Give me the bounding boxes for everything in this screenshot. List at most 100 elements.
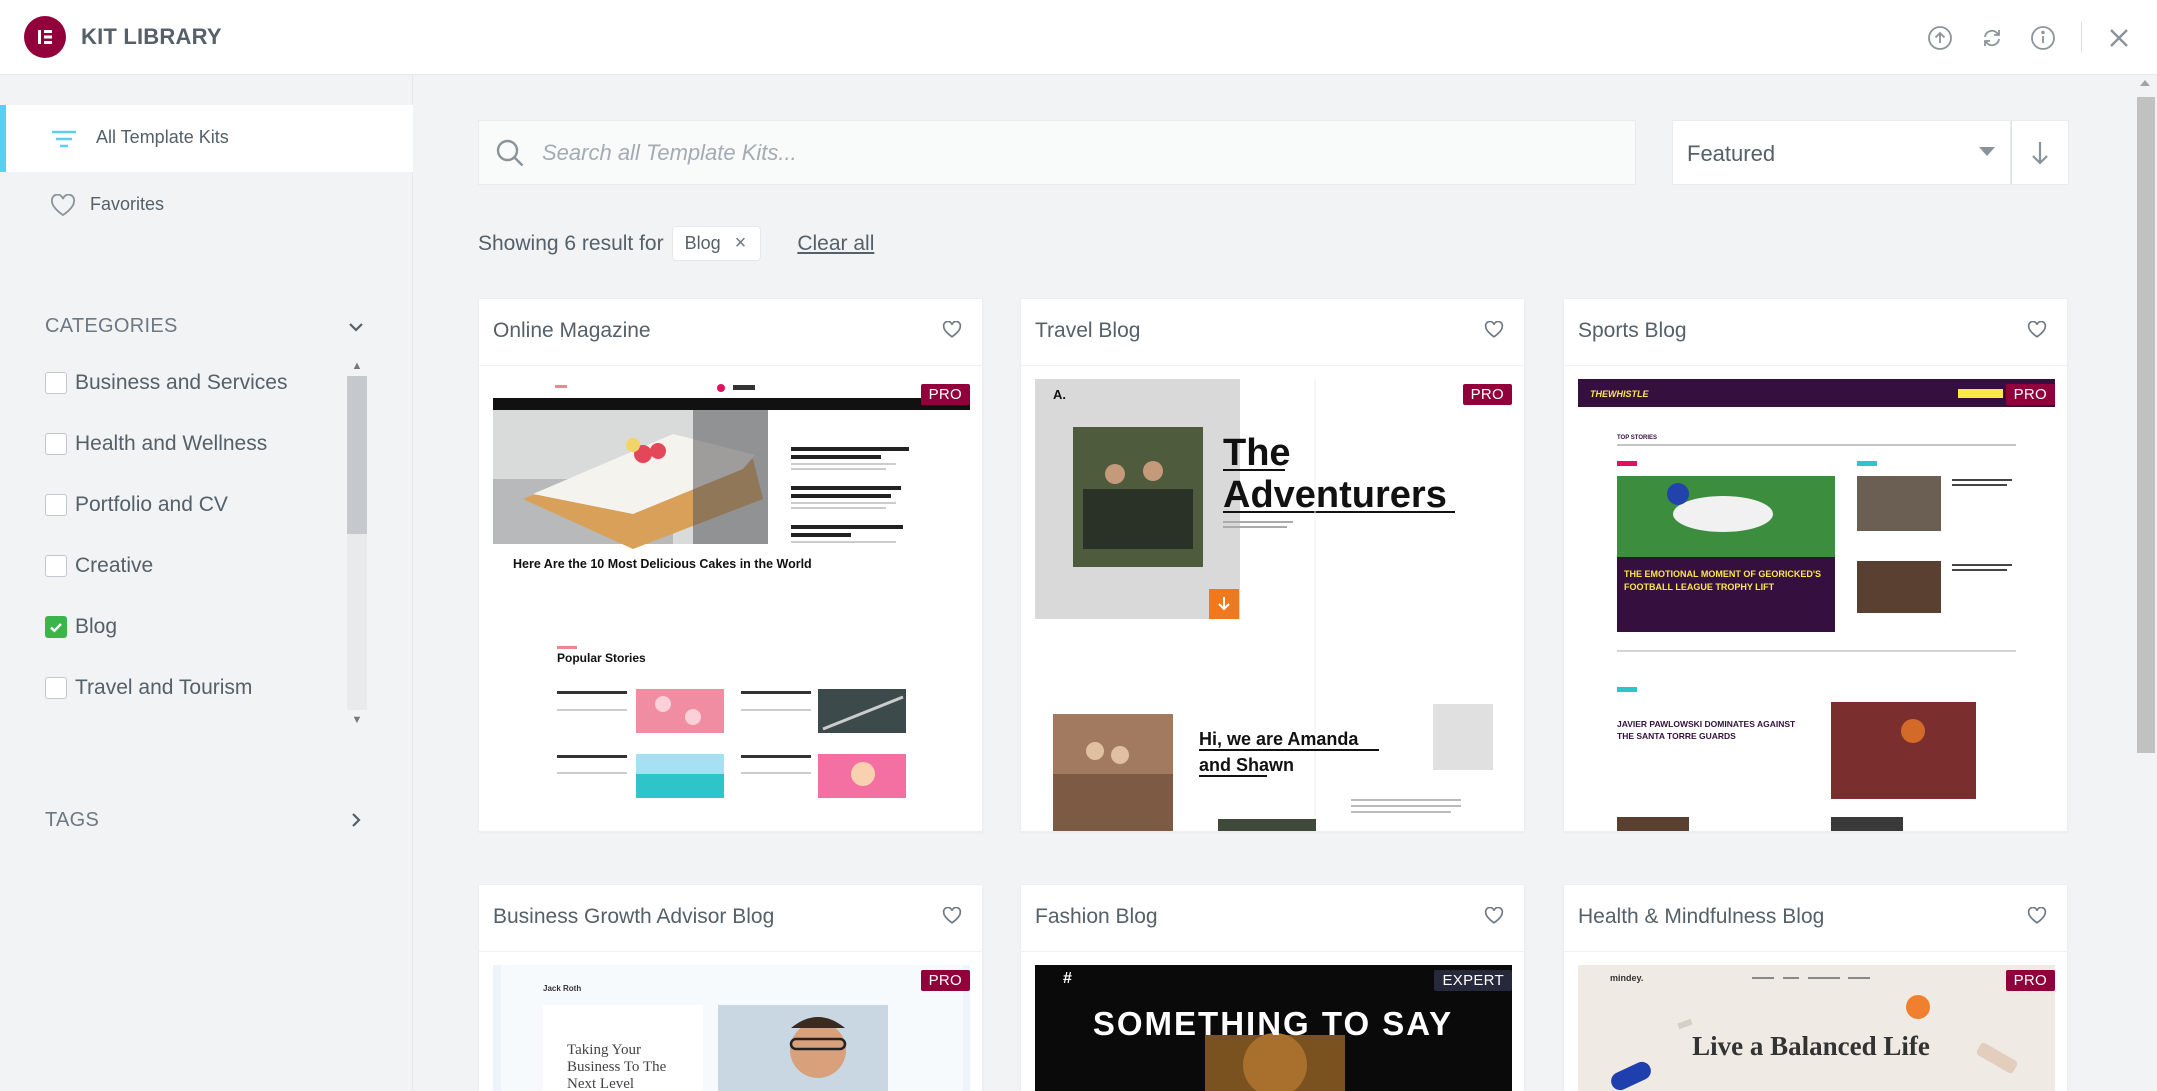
clear-all-link[interactable]: Clear all — [797, 232, 874, 256]
expert-badge: EXPERT — [1434, 970, 1512, 991]
pro-badge: PRO — [920, 970, 970, 991]
thumb-headline: SOMETHING TO SAY — [1093, 1005, 1453, 1042]
filter-lines-icon — [50, 125, 78, 153]
kit-card-business-growth-advisor-blog[interactable]: Business Growth Advisor Blog Jack Roth T… — [478, 884, 983, 1091]
sort-select[interactable]: Featured — [1672, 120, 2011, 185]
pro-badge: PRO — [920, 384, 970, 405]
thumb-headline-2-line2: THE SANTA TORRE GUARDS — [1617, 731, 1736, 741]
favorite-heart-icon[interactable] — [942, 906, 964, 929]
thumb-section: TOP STORIES — [1617, 435, 1657, 441]
search-input[interactable] — [542, 135, 1602, 171]
upload-icon[interactable] — [1926, 24, 1954, 52]
kit-thumbnail[interactable]: mindey. Live a Balanced Life PRO — [1578, 965, 2055, 1091]
main-content: Featured Showing 6 result for Blog × Cle… — [413, 75, 2157, 1091]
pro-badge: PRO — [2005, 970, 2055, 991]
card-title: Health & Mindfulness Blog — [1578, 905, 1825, 928]
sports-preview-image: THEWHISTLE TOP STORIES THE EMOTIONAL MOM… — [1578, 379, 2055, 831]
category-label: Health and Wellness — [75, 432, 268, 455]
sidebar-item-label: Favorites — [90, 194, 165, 214]
business-preview-image: Jack Roth Taking Your Business To The Ne… — [493, 965, 970, 1091]
checkbox[interactable] — [45, 555, 67, 577]
category-label: Creative — [75, 554, 154, 577]
filter-chip: Blog × — [671, 226, 762, 261]
checkbox[interactable] — [45, 372, 67, 394]
kit-thumbnail[interactable]: Here Are the 10 Most Delicious Cakes in … — [493, 379, 970, 831]
favorite-heart-icon[interactable] — [2027, 320, 2049, 343]
favorite-heart-icon[interactable] — [1484, 906, 1506, 929]
thumb-mark: # — [1063, 970, 1072, 987]
thumb-headline-2: Adventurers — [1223, 474, 1447, 516]
thumb-brand: mindey. — [1610, 973, 1643, 983]
sidebar-item-label: All Template Kits — [96, 127, 229, 147]
kit-card-sports-blog[interactable]: Sports Blog THEWHISTLE TOP STORIES THE E… — [1563, 298, 2068, 832]
thumb-sub-2: and Shawn — [1199, 755, 1294, 775]
card-divider — [479, 365, 982, 366]
sync-icon[interactable] — [1978, 24, 2006, 52]
close-icon[interactable] — [2105, 24, 2133, 52]
card-title: Business Growth Advisor Blog — [493, 905, 775, 928]
thumb-brand: THEWHISTLE — [1590, 389, 1649, 399]
pro-badge: PRO — [2005, 384, 2055, 405]
category-label: Business and Services — [75, 371, 288, 394]
remove-filter-icon[interactable]: × — [735, 232, 747, 255]
scroll-up-arrow-icon[interactable] — [2140, 80, 2150, 86]
checkbox-checked[interactable] — [45, 616, 67, 638]
thumb-headline-line1: Taking Your — [567, 1042, 641, 1058]
card-title: Travel Blog — [1035, 319, 1141, 342]
sort-selected-value: Featured — [1687, 141, 1776, 166]
scroll-up-arrow-icon[interactable]: ▲ — [351, 360, 363, 372]
info-icon[interactable] — [2029, 24, 2057, 52]
search-box — [478, 120, 1636, 185]
favorite-heart-icon[interactable] — [2027, 906, 2049, 929]
card-divider — [1021, 365, 1524, 366]
kit-card-online-magazine[interactable]: Online Magazine Here Are the 10 Most Del… — [478, 298, 983, 832]
thumb-headline-line2: Business To The — [567, 1059, 667, 1075]
card-divider — [1564, 365, 2067, 366]
kit-thumbnail[interactable]: THEWHISTLE TOP STORIES THE EMOTIONAL MOM… — [1578, 379, 2055, 831]
favorite-heart-icon[interactable] — [1484, 320, 1506, 343]
thumb-name: Jack Roth — [543, 984, 581, 993]
category-business-and-services[interactable]: Business and Services — [45, 368, 287, 398]
kit-thumbnail[interactable]: Jack Roth Taking Your Business To The Ne… — [493, 965, 970, 1091]
sidebar-item-all-template-kits[interactable]: All Template Kits — [0, 105, 413, 172]
category-blog[interactable]: Blog — [45, 612, 117, 642]
filter-chip-label: Blog — [684, 233, 721, 253]
kit-card-health-mindfulness-blog[interactable]: Health & Mindfulness Blog mindey. Live a… — [1563, 884, 2068, 1091]
checkbox[interactable] — [45, 433, 67, 455]
categories-list: Business and Services Health and Wellnes… — [45, 355, 365, 727]
thumb-headline-1: The — [1223, 432, 1291, 474]
chevron-right-icon[interactable] — [344, 808, 368, 832]
thumb-sub-1: Hi, we are Amanda — [1199, 729, 1359, 749]
thumb-headline-line3: Next Level — [567, 1076, 634, 1091]
top-bar: KIT LIBRARY — [0, 0, 2157, 75]
pro-badge: PRO — [1462, 384, 1512, 405]
thumb-headline-2: JAVIER PAWLOWSKI DOMINATES AGAINST — [1617, 719, 1796, 729]
kit-card-fashion-blog[interactable]: Fashion Blog # SOMETHING TO SAY EXPERT — [1020, 884, 1525, 1091]
card-title: Fashion Blog — [1035, 905, 1158, 928]
checkbox[interactable] — [45, 677, 67, 699]
caret-down-icon — [1979, 147, 1995, 156]
scrollbar-thumb[interactable] — [347, 376, 367, 534]
thumb-headline-line2: FOOTBALL LEAGUE TROPHY LIFT — [1624, 582, 1775, 592]
category-creative[interactable]: Creative — [45, 551, 153, 581]
card-divider — [1564, 951, 2067, 952]
results-summary: Showing 6 result for Blog × Clear all — [478, 226, 874, 261]
main-scrollbar[interactable] — [2134, 75, 2157, 1091]
category-travel-and-tourism[interactable]: Travel and Tourism — [45, 673, 252, 703]
kit-thumbnail[interactable]: # SOMETHING TO SAY EXPERT — [1035, 965, 1512, 1091]
scroll-down-arrow-icon[interactable]: ▼ — [351, 714, 363, 726]
sidebar-item-favorites[interactable]: Favorites — [0, 172, 413, 239]
chevron-down-icon[interactable] — [344, 315, 368, 339]
category-health-and-wellness[interactable]: Health and Wellness — [45, 429, 267, 459]
magazine-preview-image: Here Are the 10 Most Delicious Cakes in … — [493, 379, 970, 831]
categories-title: CATEGORIES — [45, 315, 178, 337]
scrollbar-thumb[interactable] — [2137, 97, 2155, 753]
favorite-heart-icon[interactable] — [942, 320, 964, 343]
kit-card-travel-blog[interactable]: Travel Blog A. The Adventurers Hi, we ar… — [1020, 298, 1525, 832]
category-portfolio-and-cv[interactable]: Portfolio and CV — [45, 490, 228, 520]
kit-thumbnail[interactable]: A. The Adventurers Hi, we are Amanda and… — [1035, 379, 1512, 831]
sort-direction-button[interactable] — [2011, 120, 2069, 185]
card-divider — [1021, 951, 1524, 952]
categories-scrollbar[interactable]: ▲ ▼ — [347, 358, 367, 730]
checkbox[interactable] — [45, 494, 67, 516]
